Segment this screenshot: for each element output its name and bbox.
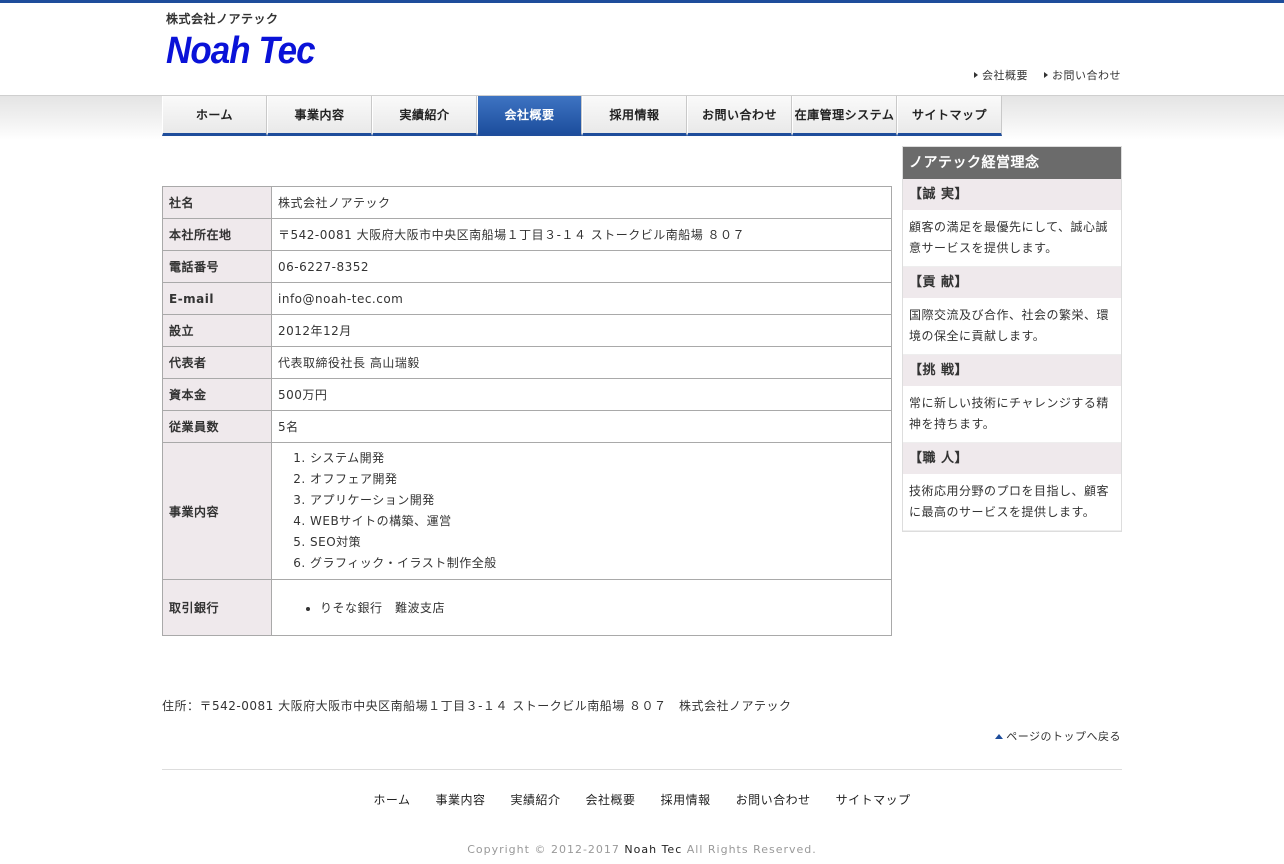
row-label: E-mail: [162, 282, 272, 315]
footer-nav-contact[interactable]: お問い合わせ: [736, 791, 811, 808]
sidebar-title: ノアテック経営理念: [903, 147, 1121, 179]
copyright: Copyright © 2012-2017 Noah Tec All Right…: [467, 843, 817, 856]
nav-item-inventory[interactable]: 在庫管理システム: [792, 96, 897, 136]
nav-item-home[interactable]: ホーム: [162, 96, 267, 136]
row-value: info@noah-tec.com: [271, 282, 892, 315]
footer-nav-home[interactable]: ホーム: [373, 791, 410, 808]
company-tagline: 株式会社ノアテック: [166, 12, 279, 26]
header-links: 会社概要 お問い合わせ: [974, 67, 1121, 83]
bank-list-cell: りそな銀行 難波支店: [271, 579, 892, 636]
company-info-table: 社名 株式会社ノアテック 本社所在地 〒542-0081 大阪府大阪市中央区南船場１…: [162, 186, 892, 636]
footer-nav-works[interactable]: 実績紹介: [511, 791, 561, 808]
row-value: 〒542-0081 大阪府大阪市中央区南船場１丁目３-１４ ストークビル南船場 …: [271, 218, 892, 251]
copyright-brand: Noah Tec: [624, 843, 683, 856]
row-label: 取引銀行: [162, 579, 272, 636]
header-link-contact[interactable]: お問い合わせ: [1044, 67, 1121, 83]
philosophy-sidebar: ノアテック経営理念 【誠 実】 顧客の満足を最優先にして、誠心誠意サービスを提供…: [902, 146, 1122, 532]
list-item: りそな銀行 難波支店: [320, 599, 885, 616]
philosophy-heading: 【挑 戦】: [903, 355, 1121, 386]
list-item: アプリケーション開発: [310, 490, 885, 511]
table-row: 従業員数 5名: [162, 410, 892, 443]
row-label: 代表者: [162, 346, 272, 379]
top-accent-line: [0, 0, 1284, 3]
row-label: 資本金: [162, 378, 272, 411]
footer-nav: ホーム 事業内容 実績紹介 会社概要 採用情報 お問い合わせ サイトマップ: [0, 791, 1284, 808]
bank-list: りそな銀行 難波支店: [278, 599, 885, 616]
philosophy-text: 国際交流及び合作、社会の繁栄、環境の保全に貢献します。: [903, 298, 1121, 355]
table-row: 設立 2012年12月: [162, 314, 892, 347]
nav-item-contact[interactable]: お問い合わせ: [687, 96, 792, 136]
list-item: グラフィック・イラスト制作全般: [310, 553, 885, 574]
footer-divider: [162, 769, 1122, 770]
nav-item-recruit[interactable]: 採用情報: [582, 96, 687, 136]
philosophy-heading: 【職 人】: [903, 443, 1121, 474]
global-nav: ホーム 事業内容 実績紹介 会社概要 採用情報 お問い合わせ 在庫管理システム …: [162, 96, 1002, 136]
table-row: E-mail info@noah-tec.com: [162, 282, 892, 315]
row-label: 社名: [162, 186, 272, 219]
row-value: 06-6227-8352: [271, 250, 892, 283]
footer-nav-sitemap[interactable]: サイトマップ: [836, 791, 911, 808]
list-item: システム開発: [310, 448, 885, 469]
row-value: 2012年12月: [271, 314, 892, 347]
footer-address: 住所：〒542-0081 大阪府大阪市中央区南船場１丁目３-１４ ストークビル南…: [162, 699, 792, 713]
philosophy-heading: 【誠 実】: [903, 179, 1121, 210]
table-row-bank: 取引銀行 りそな銀行 難波支店: [162, 579, 892, 636]
philosophy-text: 顧客の満足を最優先にして、誠心誠意サービスを提供します。: [903, 210, 1121, 267]
list-item: オフフェア開発: [310, 469, 885, 490]
row-label: 従業員数: [162, 410, 272, 443]
row-label: 設立: [162, 314, 272, 347]
nav-item-works[interactable]: 実績紹介: [372, 96, 477, 136]
philosophy-heading: 【貢 献】: [903, 267, 1121, 298]
business-list-cell: システム開発 オフフェア開発 アプリケーション開発 WEBサイトの構築、運営 S…: [271, 442, 892, 580]
footer-nav-company[interactable]: 会社概要: [586, 791, 636, 808]
philosophy-text: 常に新しい技術にチャレンジする精神を持ちます。: [903, 386, 1121, 443]
site-logo[interactable]: Noah Tec: [166, 30, 316, 73]
table-row: 資本金 500万円: [162, 378, 892, 411]
row-label: 事業内容: [162, 442, 272, 580]
arrow-right-icon: [1044, 72, 1048, 78]
row-label: 電話番号: [162, 250, 272, 283]
row-value: 株式会社ノアテック: [271, 186, 892, 219]
list-item: WEBサイトの構築、運営: [310, 511, 885, 532]
table-row: 本社所在地 〒542-0081 大阪府大阪市中央区南船場１丁目３-１４ ストークビ…: [162, 218, 892, 251]
row-value: 代表取締役社長 高山瑞毅: [271, 346, 892, 379]
footer-nav-recruit[interactable]: 採用情報: [661, 791, 711, 808]
arrow-up-icon: [995, 733, 1004, 739]
row-label: 本社所在地: [162, 218, 272, 251]
list-item: SEO対策: [310, 532, 885, 553]
arrow-right-icon: [974, 72, 978, 78]
nav-item-company[interactable]: 会社概要: [477, 96, 582, 136]
nav-item-sitemap[interactable]: サイトマップ: [897, 96, 1002, 136]
header-link-company[interactable]: 会社概要: [974, 67, 1028, 83]
back-to-top-link[interactable]: ページのトップへ戻る: [995, 728, 1121, 744]
table-row-business: 事業内容 システム開発 オフフェア開発 アプリケーション開発 WEBサイトの構築…: [162, 442, 892, 580]
row-value: 500万円: [271, 378, 892, 411]
row-value: 5名: [271, 410, 892, 443]
footer-nav-business[interactable]: 事業内容: [436, 791, 486, 808]
nav-item-business[interactable]: 事業内容: [267, 96, 372, 136]
table-row: 電話番号 06-6227-8352: [162, 250, 892, 283]
table-row: 社名 株式会社ノアテック: [162, 186, 892, 219]
philosophy-text: 技術応用分野のプロを目指し、顧客に最高のサービスを提供します。: [903, 474, 1121, 531]
table-row: 代表者 代表取締役社長 高山瑞毅: [162, 346, 892, 379]
business-list: システム開発 オフフェア開発 アプリケーション開発 WEBサイトの構築、運営 S…: [278, 448, 885, 574]
